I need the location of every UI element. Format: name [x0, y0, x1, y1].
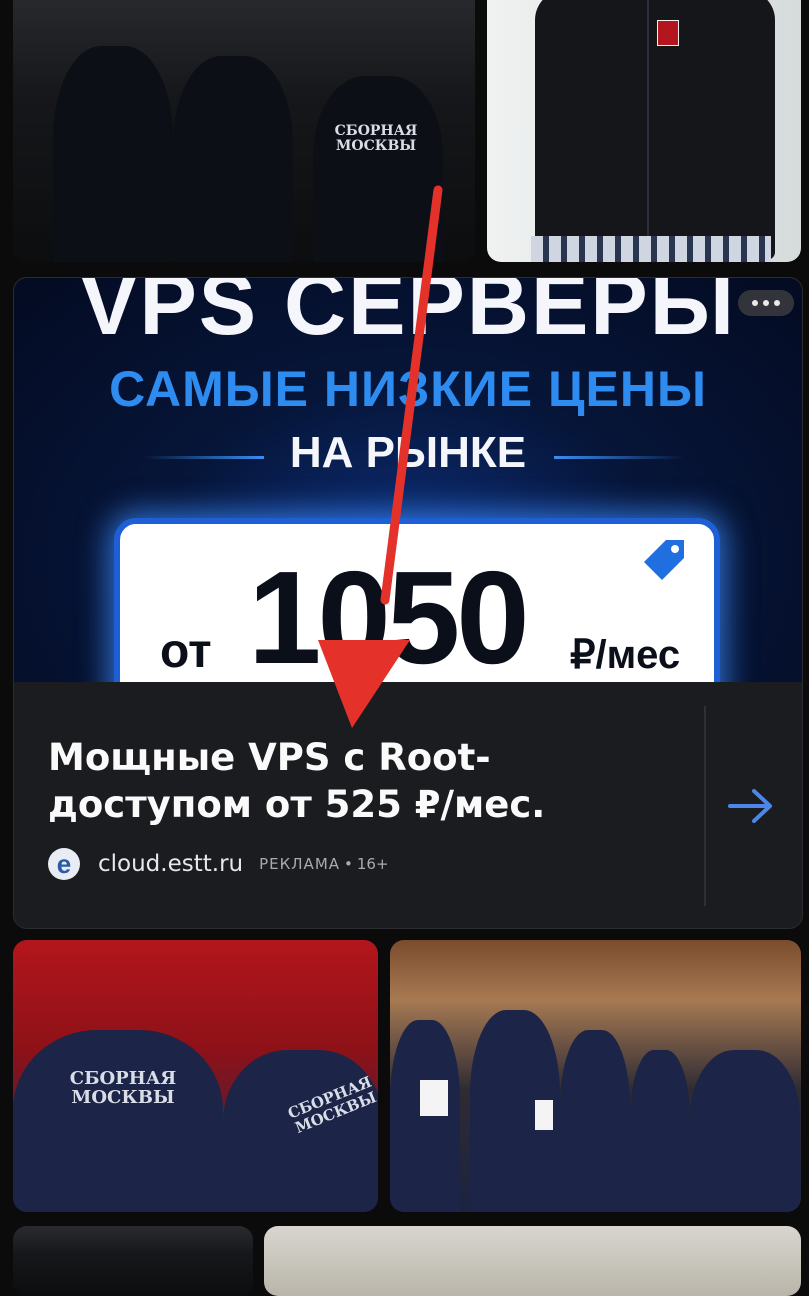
banner-tagline: НА РЫНКЕ — [289, 428, 527, 477]
hoodie-silhouette — [535, 0, 775, 260]
person-silhouette — [560, 1030, 630, 1212]
hoodie-print: СБОРНАЯ МОСКВЫ — [334, 123, 418, 154]
person-silhouette — [173, 56, 293, 262]
person-silhouette — [630, 1050, 690, 1212]
image-result-partial[interactable] — [13, 1226, 253, 1296]
ad-banner[interactable]: VPS СЕРВЕРЫ САМЫЕ НИЗКИЕ ЦЕНЫ НА РЫНКЕ о… — [14, 278, 802, 682]
price-unit: ₽/мес — [570, 633, 681, 677]
name-badge — [535, 1100, 553, 1130]
ad-card[interactable]: VPS СЕРВЕРЫ САМЫЕ НИЗКИЕ ЦЕНЫ НА РЫНКЕ о… — [13, 277, 803, 929]
banner-subheadline: САМЫЕ НИЗКИЕ ЦЕНЫ — [109, 361, 707, 417]
image-result-auditorium-seats[interactable]: СБОРНАЯ МОСКВЫ СБОРНАЯ МОСКВЫ — [13, 940, 378, 1212]
price-prefix: от — [160, 625, 212, 678]
image-result-group-back[interactable]: СБОРНАЯ МОСКВЫ — [13, 0, 475, 262]
price-box: от 1050 ₽/мес — [114, 518, 720, 682]
ad-text-block[interactable]: Мощные VPS с Root-доступом от 525 ₽/мес.… — [14, 682, 802, 928]
separator: • — [344, 855, 353, 873]
pants-pattern — [531, 236, 771, 262]
price-tag-icon — [644, 540, 684, 580]
person-silhouette — [313, 76, 443, 262]
vertical-divider — [704, 706, 706, 906]
name-badge — [420, 1080, 448, 1116]
banner-rule-right — [554, 456, 684, 459]
image-result-team-lineup[interactable] — [390, 940, 801, 1212]
ad-headline[interactable]: Мощные VPS с Root-доступом от 525 ₽/мес. — [48, 734, 688, 828]
person-silhouette — [390, 1020, 460, 1212]
more-dots-icon[interactable] — [738, 290, 794, 316]
emblem-icon — [657, 20, 679, 46]
image-result-hoodie[interactable] — [487, 0, 801, 262]
ad-label: РЕКЛАМА — [259, 855, 341, 873]
ad-source-row: e cloud.estt.ru РЕКЛАМА • 16+ — [48, 848, 389, 880]
arrow-right-icon[interactable] — [726, 786, 776, 826]
person-silhouette — [13, 1030, 223, 1212]
hoodie-zipper — [647, 0, 649, 246]
age-rating: 16+ — [356, 855, 389, 873]
hoodie-print: СБОРНАЯ МОСКВЫ — [69, 1068, 177, 1108]
person-silhouette — [690, 1050, 800, 1212]
image-result-partial[interactable] — [264, 1226, 801, 1296]
site-favicon-icon: e — [48, 848, 80, 880]
person-silhouette — [53, 46, 173, 262]
banner-headline: VPS СЕРВЕРЫ — [80, 278, 736, 353]
price-value: 1050 — [248, 544, 530, 682]
ad-domain[interactable]: cloud.estt.ru — [98, 851, 243, 877]
